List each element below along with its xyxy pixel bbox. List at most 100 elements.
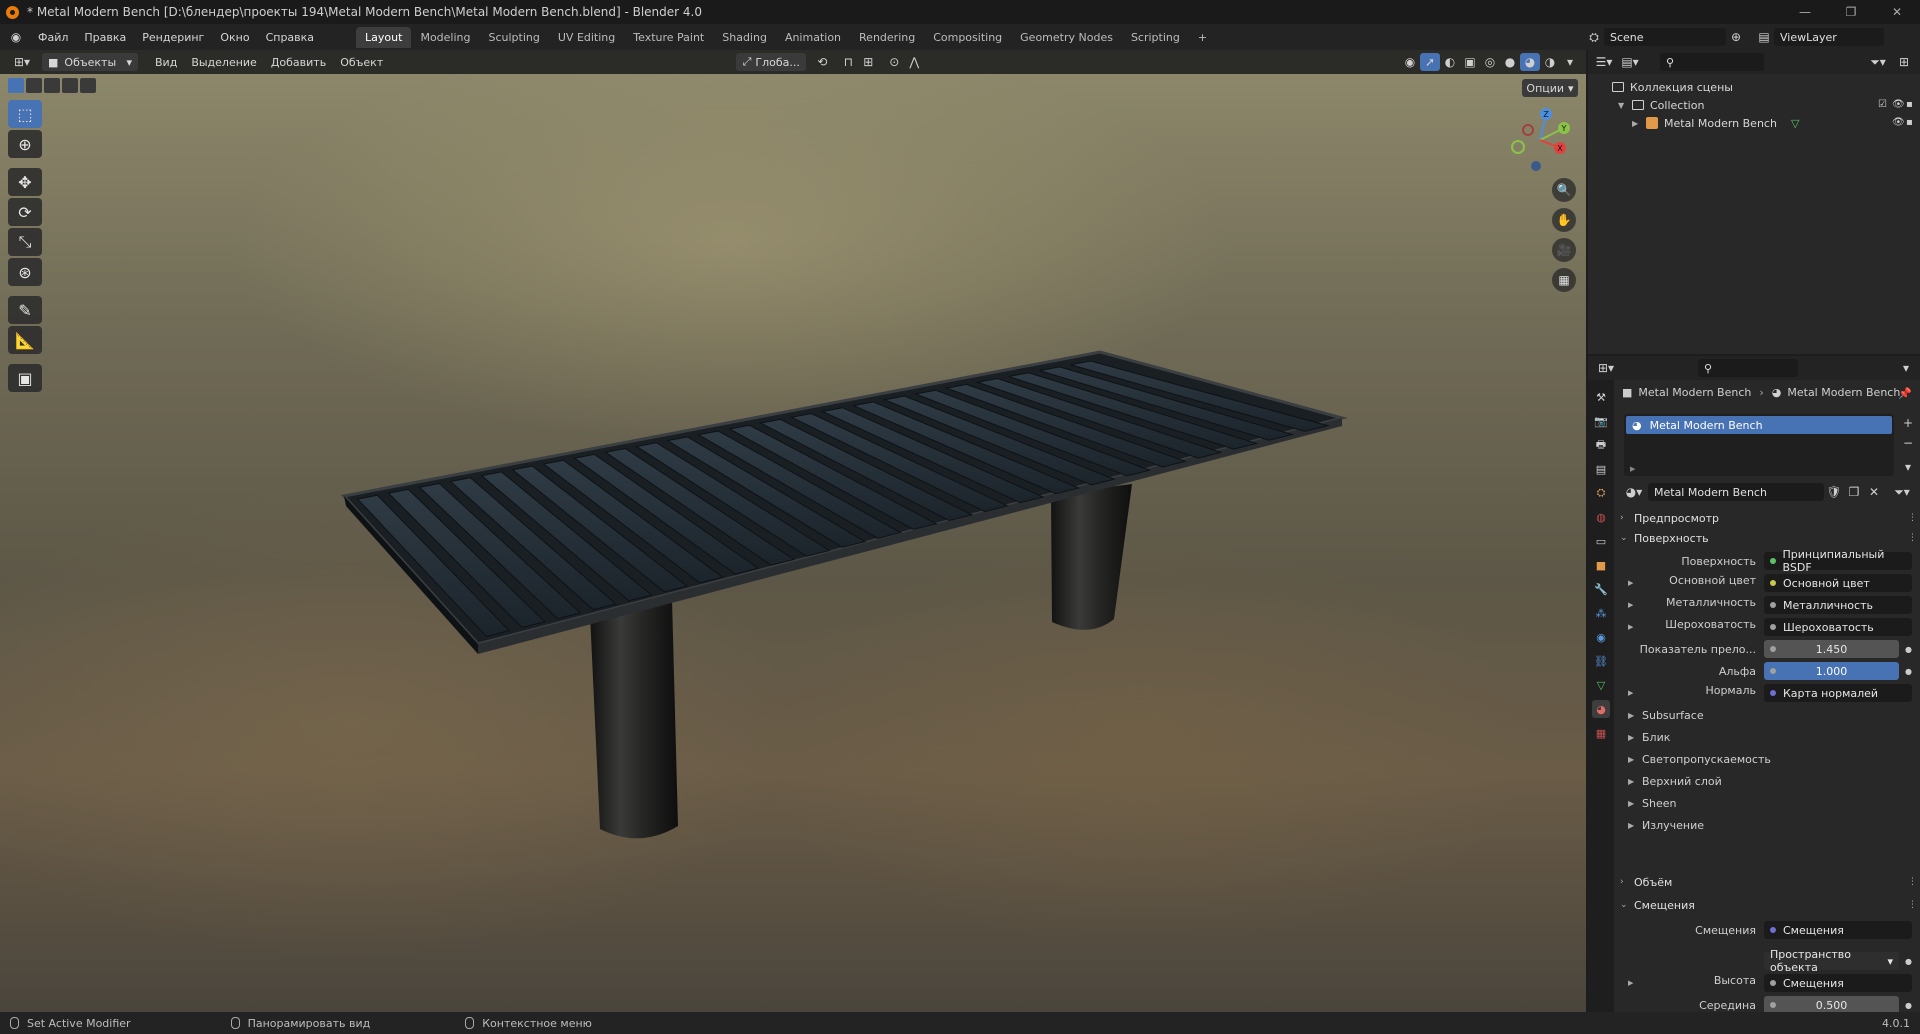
socket-icon[interactable] bbox=[1770, 602, 1776, 608]
close-button[interactable]: ✕ bbox=[1874, 0, 1920, 24]
fake-user-icon[interactable]: 🛡 bbox=[1824, 483, 1844, 501]
breadcrumb-material[interactable]: Metal Modern Bench bbox=[1787, 386, 1900, 399]
snap-target-icon[interactable]: ⊞ bbox=[858, 53, 878, 71]
pin-icon[interactable]: 📌 bbox=[1898, 387, 1912, 400]
gizmo-neg-y-axis[interactable] bbox=[1511, 140, 1525, 154]
material-shading-icon[interactable]: ◕ bbox=[1520, 53, 1540, 71]
socket-icon[interactable] bbox=[1770, 1002, 1776, 1008]
subpanel-item[interactable]: ▶ Subsurface bbox=[1628, 706, 1912, 724]
subpanel-item[interactable]: ▶ Sheen bbox=[1628, 794, 1912, 812]
minimize-button[interactable]: — bbox=[1782, 0, 1828, 24]
material-tab-icon[interactable]: ◕ bbox=[1592, 700, 1610, 718]
expand-arrow-icon[interactable]: ▶ bbox=[1628, 684, 1633, 702]
collapse-arrow-icon[interactable]: ▼ bbox=[1618, 101, 1632, 110]
expand-arrow-icon[interactable]: ▶ bbox=[1630, 465, 1635, 473]
camera-view-icon[interactable]: 🎥 bbox=[1552, 238, 1576, 262]
unlink-material-icon[interactable]: ✕ bbox=[1864, 483, 1884, 501]
tool-tab-icon[interactable]: ⚒ bbox=[1592, 388, 1610, 406]
gizmo-neg-x-axis[interactable] bbox=[1522, 124, 1534, 136]
keyframe-dot-icon[interactable]: ● bbox=[1905, 645, 1912, 654]
properties-options-chevron-icon[interactable]: ▾ bbox=[1896, 359, 1916, 377]
property-value-field[interactable]: Смещения bbox=[1764, 921, 1912, 939]
remove-slot-button[interactable]: − bbox=[1898, 434, 1918, 452]
eye-icon[interactable]: 👁 bbox=[1892, 117, 1905, 129]
property-value-field[interactable]: Шероховатость bbox=[1764, 618, 1912, 636]
viewport-menu-object[interactable]: Объект bbox=[333, 56, 390, 69]
shading-options-chevron-icon[interactable]: ▾ bbox=[1560, 53, 1580, 71]
solid-shading-icon[interactable]: ● bbox=[1500, 53, 1520, 71]
outliner-object-row[interactable]: ▶ Metal Modern Bench ▽ 👁 ▪ bbox=[1588, 114, 1920, 132]
section-surface[interactable]: ⌄ Поверхность ⋮⋮ bbox=[1620, 528, 1920, 548]
object-tab-icon[interactable]: ■ bbox=[1592, 556, 1610, 574]
drag-handle-icon[interactable]: ⋮⋮ bbox=[1908, 513, 1920, 523]
navigation-gizmo[interactable]: Z Y X bbox=[1502, 102, 1578, 178]
subpanel-item[interactable]: ▶ Блик bbox=[1628, 728, 1912, 746]
workspace-tab-compositing[interactable]: Compositing bbox=[924, 27, 1011, 48]
space-dropdown[interactable]: Пространство объекта ▾ bbox=[1764, 948, 1900, 974]
zoom-icon[interactable]: 🔍 bbox=[1552, 178, 1576, 202]
view-layer-icon[interactable]: ▤ bbox=[1754, 28, 1774, 46]
exclude-checkbox-icon[interactable]: ☑ bbox=[1878, 99, 1890, 111]
outliner-scene-collection[interactable]: Коллекция сцены bbox=[1588, 78, 1920, 96]
snap-icon[interactable]: ⊓ bbox=[838, 53, 858, 71]
render-camera-icon[interactable]: ▪ bbox=[1906, 99, 1918, 111]
display-mode-icon[interactable]: ▤▾ bbox=[1620, 53, 1640, 71]
expand-arrow-icon[interactable]: ▶ bbox=[1628, 618, 1633, 636]
workspace-tab-geometry-nodes[interactable]: Geometry Nodes bbox=[1011, 27, 1122, 48]
socket-icon[interactable] bbox=[1770, 580, 1776, 586]
wireframe-shading-icon[interactable]: ◎ bbox=[1480, 53, 1500, 71]
render-tab-icon[interactable]: 📷 bbox=[1592, 412, 1610, 430]
editor-type-icon[interactable]: ⊞▾ bbox=[8, 53, 36, 71]
filter-icon[interactable]: ⏷▾ bbox=[1868, 53, 1888, 71]
menu-file[interactable]: Файл bbox=[30, 31, 76, 44]
keyframe-dot-icon[interactable]: ● bbox=[1905, 957, 1912, 966]
menu-window[interactable]: Окно bbox=[212, 31, 257, 44]
physics-tab-icon[interactable]: ◉ bbox=[1592, 628, 1610, 646]
browse-material-icon[interactable]: ◕▾ bbox=[1624, 483, 1644, 501]
workspace-tab-rendering[interactable]: Rendering bbox=[850, 27, 924, 48]
new-collection-icon[interactable]: ⊞ bbox=[1894, 53, 1914, 71]
menu-render[interactable]: Рендеринг bbox=[134, 31, 212, 44]
viewport-menu-select[interactable]: Выделение bbox=[184, 56, 264, 69]
transform-orientation-select[interactable]: ⤢ Глоба... bbox=[736, 53, 807, 71]
expand-arrow-icon[interactable]: ▶ bbox=[1628, 596, 1633, 614]
workspace-tab-modeling[interactable]: Modeling bbox=[411, 27, 479, 48]
overlay-icon[interactable]: ◐ bbox=[1440, 53, 1460, 71]
subpanel-item[interactable]: ▶ Светопропускаемость bbox=[1628, 750, 1912, 768]
workspace-tab-scripting[interactable]: Scripting bbox=[1122, 27, 1189, 48]
data-tab-icon[interactable]: ▽ bbox=[1592, 676, 1610, 694]
outliner-editor-type-icon[interactable]: ☰▾ bbox=[1594, 53, 1614, 71]
add-slot-button[interactable]: + bbox=[1898, 414, 1918, 432]
mode-select[interactable]: ■ Объекты ▾ bbox=[42, 53, 138, 71]
property-value-field[interactable]: Принципиальный BSDF bbox=[1764, 548, 1912, 574]
texture-tab-icon[interactable]: ▦ bbox=[1592, 724, 1610, 742]
view-layer-tab-icon[interactable]: ▤ bbox=[1592, 460, 1610, 478]
workspace-tab-uv-editing[interactable]: UV Editing bbox=[549, 27, 624, 48]
workspace-tab-texture-paint[interactable]: Texture Paint bbox=[624, 27, 713, 48]
render-camera-icon[interactable]: ▪ bbox=[1906, 117, 1918, 129]
keyframe-dot-icon[interactable]: ● bbox=[1905, 667, 1912, 676]
section-displacement[interactable]: ⌄ Смещения ⋮⋮ bbox=[1620, 895, 1920, 915]
viewport-menu-view[interactable]: Вид bbox=[148, 56, 184, 69]
add-workspace-button[interactable]: + bbox=[1189, 27, 1216, 48]
workspace-tab-animation[interactable]: Animation bbox=[776, 27, 850, 48]
output-tab-icon[interactable]: 🖶 bbox=[1592, 436, 1610, 454]
3d-viewport[interactable]: ⊞▾ ■ Объекты ▾ Вид Выделение Добавить Об… bbox=[0, 50, 1586, 1012]
subpanel-item[interactable]: ▶ Излучение bbox=[1628, 816, 1912, 834]
scene-field[interactable]: Scene bbox=[1604, 28, 1726, 46]
falloff-icon[interactable]: ⋀ bbox=[904, 53, 924, 71]
view-layer-field[interactable]: ViewLayer bbox=[1774, 28, 1884, 46]
scene-tab-icon[interactable]: ⛭ bbox=[1592, 484, 1610, 502]
material-filter-icon[interactable]: ⏷▾ bbox=[1892, 483, 1912, 501]
drag-handle-icon[interactable]: ⋮⋮ bbox=[1908, 900, 1920, 910]
pin-scene-icon[interactable]: ⊕ bbox=[1726, 28, 1746, 46]
properties-editor-type-icon[interactable]: ⊞▾ bbox=[1596, 359, 1616, 377]
menu-help[interactable]: Справка bbox=[258, 31, 322, 44]
properties-search-input[interactable]: ⚲ bbox=[1698, 359, 1798, 377]
material-slot-item[interactable]: ◕ Metal Modern Bench bbox=[1626, 416, 1892, 434]
viewport-menu-add[interactable]: Добавить bbox=[264, 56, 333, 69]
workspace-tab-layout[interactable]: Layout bbox=[356, 26, 412, 48]
socket-icon[interactable] bbox=[1770, 646, 1776, 652]
bench-model[interactable] bbox=[0, 74, 1586, 1012]
property-value-field[interactable]: Основной цвет bbox=[1764, 574, 1912, 592]
